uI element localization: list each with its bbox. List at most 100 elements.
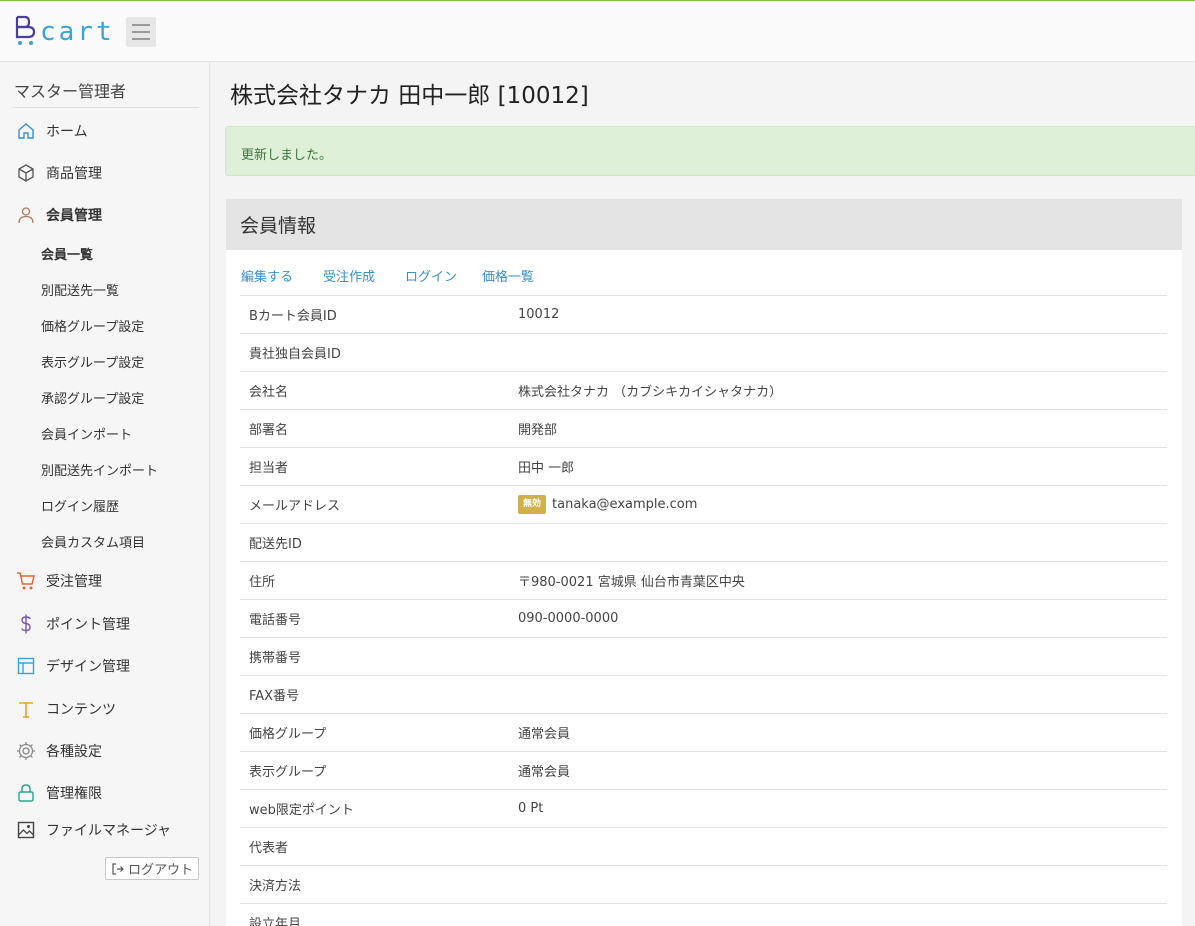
- table-row: 貴社独自会員ID: [240, 333, 1167, 371]
- sidebar-item-members[interactable]: 会員管理: [15, 202, 102, 228]
- layout-icon: [15, 655, 37, 677]
- row-label: 携帯番号: [249, 651, 302, 666]
- sidebar-subitem-alt-shipping-import[interactable]: 別配送先インポート: [41, 460, 158, 479]
- sidebar-subitem-member-list[interactable]: 会員一覧: [41, 244, 93, 263]
- sidebar-subitem-custom-fields[interactable]: 会員カスタム項目: [41, 532, 145, 551]
- table-row: 住所 〒980-0021 宮城県 仙台市青葉区中央: [240, 561, 1167, 599]
- home-icon: [15, 120, 37, 142]
- table-row: 会社名 株式会社タナカ （カブシキカイシャタナカ）: [240, 371, 1167, 409]
- success-alert: 更新しました。: [225, 126, 1195, 176]
- row-label: web限定ポイント: [249, 803, 354, 818]
- row-label: 決済方法: [249, 879, 302, 894]
- table-row: メールアドレス 無効 tanaka@example.com: [240, 485, 1167, 523]
- sidebar-item-design[interactable]: デザイン管理: [15, 653, 130, 679]
- edit-link[interactable]: 編集する: [241, 266, 293, 285]
- sidebar-item-products[interactable]: 商品管理: [15, 160, 102, 186]
- status-badge: 無効: [518, 495, 547, 514]
- row-value-text: 通常会員: [518, 727, 571, 742]
- sidebar-subitem-member-import[interactable]: 会員インポート: [41, 424, 132, 443]
- alert-message: 更新しました。: [241, 148, 333, 163]
- box-icon: [15, 162, 37, 184]
- user-icon: [15, 204, 37, 226]
- sidebar-subitem-alt-shipping-list[interactable]: 別配送先一覧: [41, 280, 119, 299]
- table-row: 表示グループ 通常会員: [240, 751, 1167, 789]
- bcart-logo[interactable]: cart: [14, 13, 115, 47]
- row-label: 表示グループ: [249, 765, 327, 780]
- sidebar-subitem-approval-group[interactable]: 承認グループ設定: [41, 388, 144, 407]
- text-icon: [15, 698, 37, 720]
- sidebar-item-label: ホーム: [46, 124, 88, 140]
- sidebar-item-settings[interactable]: 各種設定: [15, 738, 102, 764]
- row-label: 貴社独自会員ID: [249, 347, 341, 362]
- sidebar-subitem-price-group[interactable]: 価格グループ設定: [41, 316, 144, 335]
- member-info-panel: 会員情報 編集する 受注作成 ログイン 価格一覧 Bカート会員ID 10012 貴社…: [226, 199, 1182, 926]
- panel-title: 会員情報: [240, 215, 317, 237]
- row-value-text: tanaka@example.com: [552, 497, 698, 512]
- row-value-text: 〒980-0021 宮城県 仙台市青葉区中央: [518, 575, 745, 590]
- row-value: 開発部: [518, 419, 557, 438]
- table-row: 決済方法: [240, 865, 1167, 903]
- logo-b-mark: [15, 15, 36, 45]
- row-label: 価格グループ: [249, 727, 327, 742]
- row-label: 代表者: [249, 841, 289, 856]
- sidebar-subitem-display-group[interactable]: 表示グループ設定: [41, 352, 144, 371]
- sidebar: マスター管理者 ホーム 商品管理 会員管理 会員一覧 別配送先一覧 価格グループ…: [0, 62, 210, 926]
- row-label: 配送先ID: [249, 537, 302, 552]
- sidebar-item-label: デザイン管理: [46, 659, 130, 675]
- cart-icon: [15, 570, 37, 592]
- table-row: web限定ポイント 0 Pt: [240, 789, 1167, 827]
- row-value-text: 0 Pt: [518, 801, 544, 816]
- row-label: 担当者: [249, 461, 289, 476]
- row-label: メールアドレス: [249, 499, 341, 514]
- table-row: 電話番号 090-0000-0000: [240, 599, 1167, 637]
- admin-name: マスター管理者: [14, 82, 127, 101]
- logout-label: ログアウト: [127, 863, 193, 878]
- logo-text: cart: [40, 17, 115, 47]
- row-value: 通常会員: [518, 761, 570, 780]
- menu-toggle-button[interactable]: [126, 17, 156, 47]
- sidebar-item-orders[interactable]: 受注管理: [15, 568, 102, 594]
- sidebar-item-home[interactable]: ホーム: [15, 118, 88, 144]
- panel-header: 会員情報: [226, 199, 1182, 250]
- price-list-link[interactable]: 価格一覧: [482, 266, 534, 285]
- member-info-table: Bカート会員ID 10012 貴社独自会員ID 会社名 株式会社タナカ （カブシキカイシ…: [240, 295, 1167, 926]
- sidebar-item-points[interactable]: ポイント管理: [15, 611, 130, 637]
- top-bar: cart: [0, 0, 1195, 62]
- row-label: 電話番号: [249, 613, 302, 628]
- sidebar-item-contents[interactable]: コンテンツ: [15, 696, 116, 722]
- row-value: 株式会社タナカ （カブシキカイシャタナカ）: [518, 381, 782, 400]
- table-row: FAX番号: [240, 675, 1167, 713]
- sidebar-item-label: 受注管理: [46, 574, 102, 590]
- row-value: 10012: [518, 307, 559, 322]
- table-row: Bカート会員ID 10012: [240, 295, 1167, 333]
- login-link[interactable]: ログイン: [405, 266, 457, 285]
- row-value-text: 株式会社タナカ （カブシキカイシャタナカ）: [518, 385, 783, 400]
- row-label: 部署名: [249, 423, 289, 438]
- logout-icon: [112, 862, 124, 875]
- sidebar-subitem-login-history[interactable]: ログイン履歴: [41, 496, 119, 515]
- sidebar-item-label: コンテンツ: [46, 702, 116, 718]
- sidebar-item-label: 商品管理: [46, 166, 102, 182]
- row-value: 〒980-0021 宮城県 仙台市青葉区中央: [518, 571, 745, 590]
- row-value: 0 Pt: [518, 801, 543, 816]
- table-row: 設立年月: [240, 903, 1167, 926]
- row-value-text: 通常会員: [518, 765, 571, 780]
- sidebar-item-label: 会員管理: [46, 208, 102, 224]
- create-order-link[interactable]: 受注作成: [323, 266, 375, 285]
- sidebar-item-label: ファイルマネージャ: [46, 823, 172, 839]
- table-row: 部署名 開発部: [240, 409, 1167, 447]
- gear-icon: [15, 740, 37, 762]
- sidebar-item-file-manager[interactable]: ファイルマネージャ: [15, 817, 171, 843]
- row-value: 通常会員: [518, 723, 570, 742]
- row-label: Bカート会員ID: [249, 309, 337, 324]
- lock-icon: [15, 782, 37, 804]
- row-value: 田中 一郎: [518, 457, 574, 476]
- logout-button[interactable]: ログアウト: [105, 857, 199, 880]
- table-row: 代表者: [240, 827, 1167, 865]
- row-value-text: 田中 一郎: [518, 461, 575, 476]
- hamburger-line: [132, 38, 150, 40]
- sidebar-item-permissions[interactable]: 管理権限: [15, 780, 102, 806]
- row-value: 090-0000-0000: [518, 611, 618, 626]
- divider: [12, 107, 199, 108]
- row-value-text: 開発部: [518, 423, 558, 438]
